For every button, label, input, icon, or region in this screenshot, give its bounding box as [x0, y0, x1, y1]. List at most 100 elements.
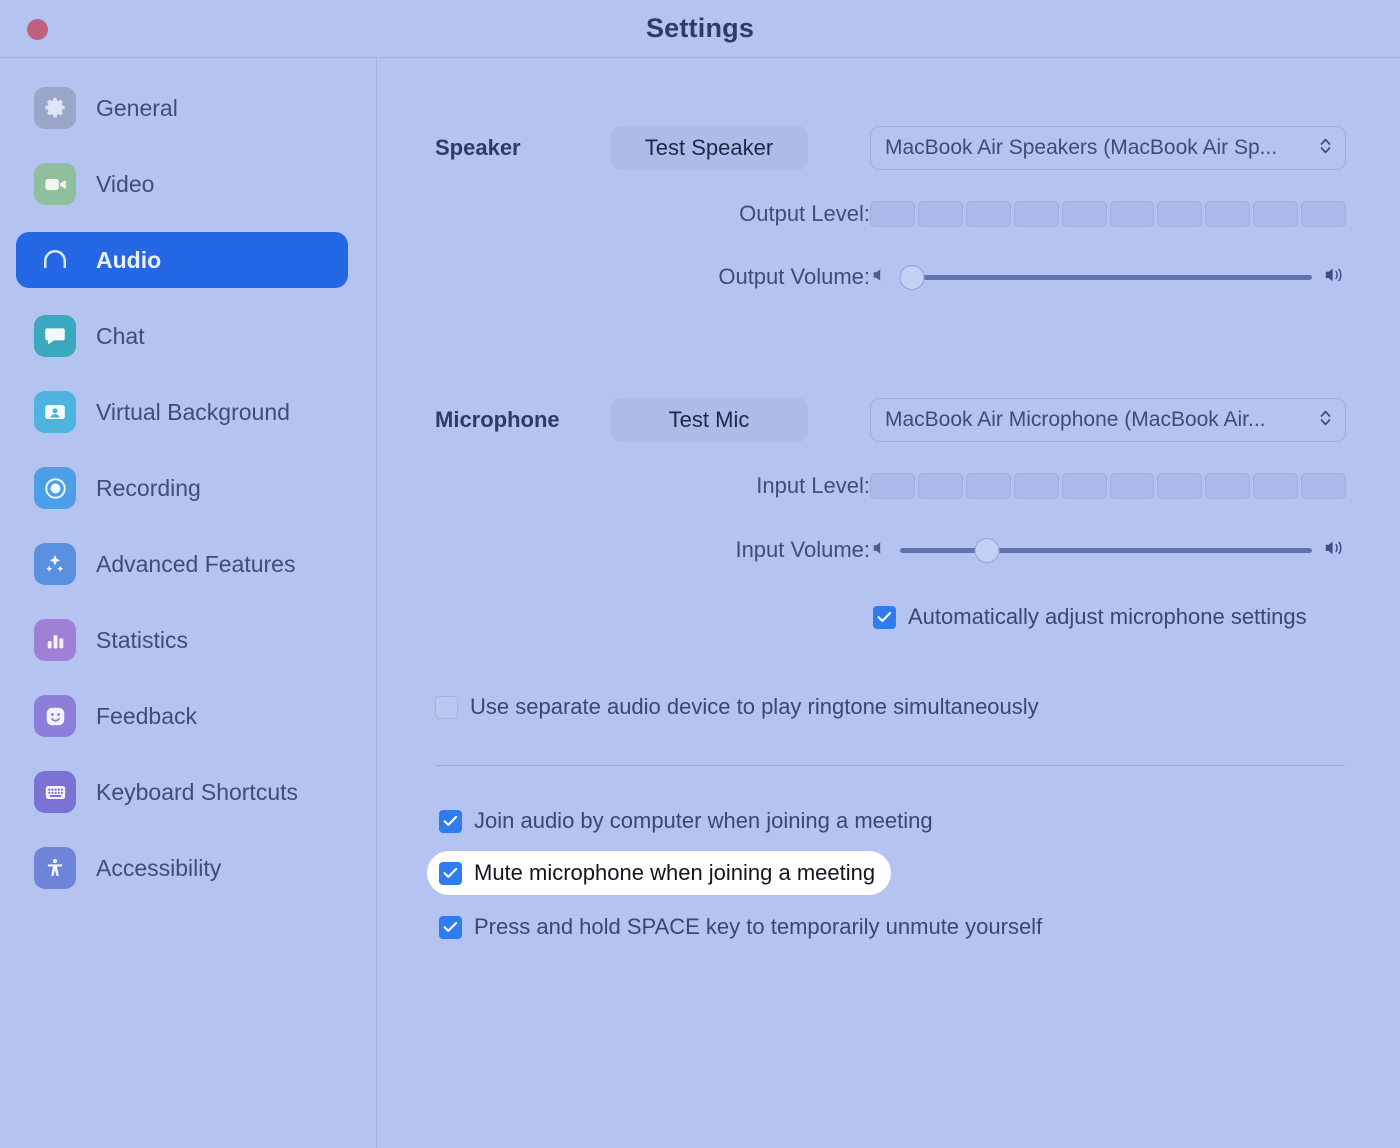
sidebar-item-label: Video — [96, 170, 155, 197]
sidebar-item-label: Feedback — [96, 702, 198, 729]
record-circle-icon — [34, 467, 76, 509]
level-segment — [1301, 201, 1347, 227]
sidebar-item-label: Keyboard Shortcuts — [96, 778, 299, 805]
sidebar-item-audio[interactable]: Audio — [16, 232, 348, 288]
push-to-talk-checkbox[interactable] — [439, 915, 462, 939]
join-audio-row[interactable]: Join audio by computer when joining a me… — [439, 808, 933, 834]
level-segment — [965, 473, 1011, 499]
chevron-updown-icon — [1318, 407, 1333, 434]
level-segment — [917, 201, 963, 227]
page-title: Settings — [645, 13, 755, 43]
separate-ringtone-checkbox[interactable] — [435, 695, 458, 719]
section-divider — [435, 765, 1345, 766]
level-segment — [1301, 473, 1347, 499]
microphone-device-select[interactable]: MacBook Air Microphone (MacBook Air... — [870, 398, 1346, 442]
separate-ringtone-label: Use separate audio device to play ringto… — [470, 694, 1039, 719]
bar-chart-icon — [34, 619, 76, 661]
sidebar-item-statistics[interactable]: Statistics — [16, 612, 348, 668]
join-audio-checkbox[interactable] — [439, 809, 462, 833]
level-segment — [1205, 201, 1251, 227]
level-segment — [1109, 473, 1155, 499]
output-level-label: Output Level: — [739, 201, 870, 226]
speaker-high-icon — [1322, 264, 1346, 291]
auto-adjust-mic-row[interactable]: Automatically adjust microphone settings — [873, 604, 1307, 630]
input-volume-track — [900, 547, 1312, 553]
sidebar-item-recording[interactable]: Recording — [16, 460, 348, 516]
mute-on-join-label: Mute microphone when joining a meeting — [474, 860, 876, 885]
sparkles-icon — [34, 543, 76, 585]
sidebar-item-general[interactable]: General — [16, 80, 348, 136]
input-volume-row: Input Volume: — [435, 536, 1346, 564]
input-volume-thumb[interactable] — [974, 537, 1000, 563]
sidebar-item-chat[interactable]: Chat — [16, 308, 348, 364]
push-to-talk-label: Press and hold SPACE key to temporarily … — [474, 914, 1043, 939]
test-speaker-button[interactable]: Test Speaker — [610, 126, 808, 170]
level-segment — [1253, 201, 1299, 227]
sidebar-item-label: Audio — [96, 246, 162, 273]
output-volume-track — [900, 274, 1312, 280]
input-volume-label: Input Volume: — [735, 537, 870, 562]
output-volume-label: Output Volume: — [718, 264, 870, 289]
accessibility-icon — [34, 847, 76, 889]
mute-on-join-row[interactable]: Mute microphone when joining a meeting — [427, 851, 892, 895]
sidebar-item-label: Advanced Features — [96, 550, 296, 577]
speaker-section-label: Speaker — [435, 135, 521, 160]
settings-window: Settings General Video Audio Chat Virtua… — [0, 0, 1400, 1148]
speaker-device-select[interactable]: MacBook Air Speakers (MacBook Air Sp... — [870, 126, 1346, 170]
level-segment — [1157, 473, 1203, 499]
sidebar-item-feedback[interactable]: Feedback — [16, 688, 348, 744]
separate-ringtone-row[interactable]: Use separate audio device to play ringto… — [435, 694, 1039, 720]
input-volume-slider[interactable] — [870, 536, 1346, 564]
sidebar-item-label: Accessibility — [96, 854, 222, 881]
input-level-label: Input Level: — [756, 473, 870, 498]
sidebar-item-accessibility[interactable]: Accessibility — [16, 840, 348, 896]
push-to-talk-row[interactable]: Press and hold SPACE key to temporarily … — [439, 914, 1042, 940]
output-volume-thumb[interactable] — [899, 264, 925, 290]
sidebar-item-advanced-features[interactable]: Advanced Features — [16, 536, 348, 592]
output-level-row: Output Level: — [435, 201, 1347, 227]
input-level-meter — [870, 473, 1347, 499]
auto-adjust-mic-checkbox[interactable] — [873, 605, 896, 629]
sidebar-item-virtual-background[interactable]: Virtual Background — [16, 384, 348, 440]
video-camera-icon — [34, 163, 76, 205]
headphones-icon — [34, 239, 76, 281]
microphone-device-value: MacBook Air Microphone (MacBook Air... — [885, 408, 1266, 431]
sidebar: General Video Audio Chat Virtual Backgro… — [0, 58, 377, 1148]
window-body: General Video Audio Chat Virtual Backgro… — [0, 58, 1400, 1148]
microphone-section-label: Microphone — [435, 407, 560, 432]
level-segment — [870, 473, 915, 499]
sidebar-item-keyboard-shortcuts[interactable]: Keyboard Shortcuts — [16, 764, 348, 820]
person-card-icon — [34, 391, 76, 433]
speaker-high-icon — [1322, 537, 1346, 564]
smiley-face-icon — [34, 695, 76, 737]
chevron-updown-icon — [1318, 135, 1333, 162]
level-segment — [1013, 473, 1059, 499]
chat-bubble-icon — [34, 315, 76, 357]
level-segment — [1061, 473, 1107, 499]
audio-settings-pane: Speaker Test Speaker MacBook Air Speaker… — [377, 58, 1400, 1148]
speaker-low-icon — [870, 538, 890, 563]
keyboard-icon — [34, 771, 76, 813]
level-segment — [1109, 201, 1155, 227]
speaker-device-value: MacBook Air Speakers (MacBook Air Sp... — [885, 136, 1278, 159]
level-segment — [1013, 201, 1059, 227]
level-segment — [965, 201, 1011, 227]
test-mic-button[interactable]: Test Mic — [610, 398, 808, 442]
sidebar-item-video[interactable]: Video — [16, 156, 348, 212]
level-segment — [1157, 201, 1203, 227]
level-segment — [1253, 473, 1299, 499]
level-segment — [870, 201, 915, 227]
level-segment — [1061, 201, 1107, 227]
close-icon[interactable] — [27, 19, 48, 40]
sidebar-item-label: General — [96, 94, 178, 121]
speaker-low-icon — [870, 265, 890, 290]
sidebar-item-label: Chat — [96, 322, 145, 349]
output-volume-row: Output Volume: — [435, 263, 1346, 291]
join-audio-label: Join audio by computer when joining a me… — [474, 808, 933, 833]
microphone-section-header-row: Microphone Test Mic MacBook Air Micropho… — [435, 398, 1346, 442]
sidebar-item-label: Virtual Background — [96, 398, 290, 425]
title-bar: Settings — [0, 0, 1400, 58]
gear-icon — [34, 87, 76, 129]
mute-on-join-checkbox[interactable] — [439, 861, 462, 885]
output-volume-slider[interactable] — [870, 263, 1346, 291]
